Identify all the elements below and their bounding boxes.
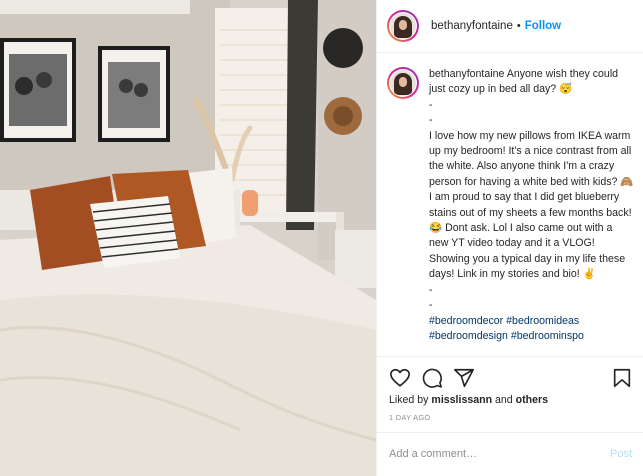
post-photo[interactable] (0, 0, 376, 476)
likes-summary: Liked by misslissann and others (389, 394, 548, 406)
hashtag[interactable]: #bedroomdecor (429, 315, 503, 327)
heart-icon[interactable] (389, 367, 411, 389)
avatar-border (389, 12, 417, 40)
caption-text: Anyone wish they could just cozy up in b… (429, 68, 634, 312)
add-comment-input[interactable] (389, 443, 589, 465)
comments-area[interactable]: bethanyfontaine Anyone wish they could j… (377, 53, 643, 356)
comment-composer: Post (377, 432, 643, 476)
post-caption: bethanyfontaine Anyone wish they could j… (429, 67, 634, 356)
hashtag[interactable]: #bedroomdesign (429, 330, 508, 342)
caption-avatar-image (390, 70, 416, 96)
post-comment-button[interactable]: Post (610, 448, 632, 460)
likes-middle: and (492, 394, 516, 406)
header-separator: • (516, 20, 521, 32)
caption-avatar-face (399, 77, 407, 87)
avatar[interactable] (387, 10, 419, 42)
post-side-panel: bethanyfontaine • Follow bethanyfontaine… (376, 0, 643, 476)
avatar-face (399, 20, 407, 30)
post-timestamp[interactable]: 1 DAY AGO (389, 413, 430, 422)
hashtag[interactable]: #bedroomideas (506, 315, 579, 327)
likes-others-link[interactable]: others (516, 394, 548, 406)
caption-avatar[interactable] (387, 67, 419, 99)
avatar-image (390, 13, 416, 39)
bookmark-icon[interactable] (611, 367, 633, 389)
instagram-post: bethanyfontaine • Follow bethanyfontaine… (0, 0, 643, 476)
follow-button[interactable]: Follow (525, 20, 561, 32)
bedroom-photo (0, 0, 376, 476)
post-header: bethanyfontaine • Follow (377, 0, 643, 53)
action-bar (377, 356, 643, 391)
caption-avatar-border (389, 69, 417, 97)
header-username[interactable]: bethanyfontaine (431, 20, 513, 32)
hashtag[interactable]: #bedroominspo (511, 330, 584, 342)
comment-icon[interactable] (421, 367, 443, 389)
likes-prefix: Liked by (389, 394, 432, 406)
caption-username[interactable]: bethanyfontaine (429, 68, 504, 80)
liked-by-user[interactable]: misslissann (431, 394, 492, 406)
paper-plane-icon[interactable] (453, 367, 475, 389)
